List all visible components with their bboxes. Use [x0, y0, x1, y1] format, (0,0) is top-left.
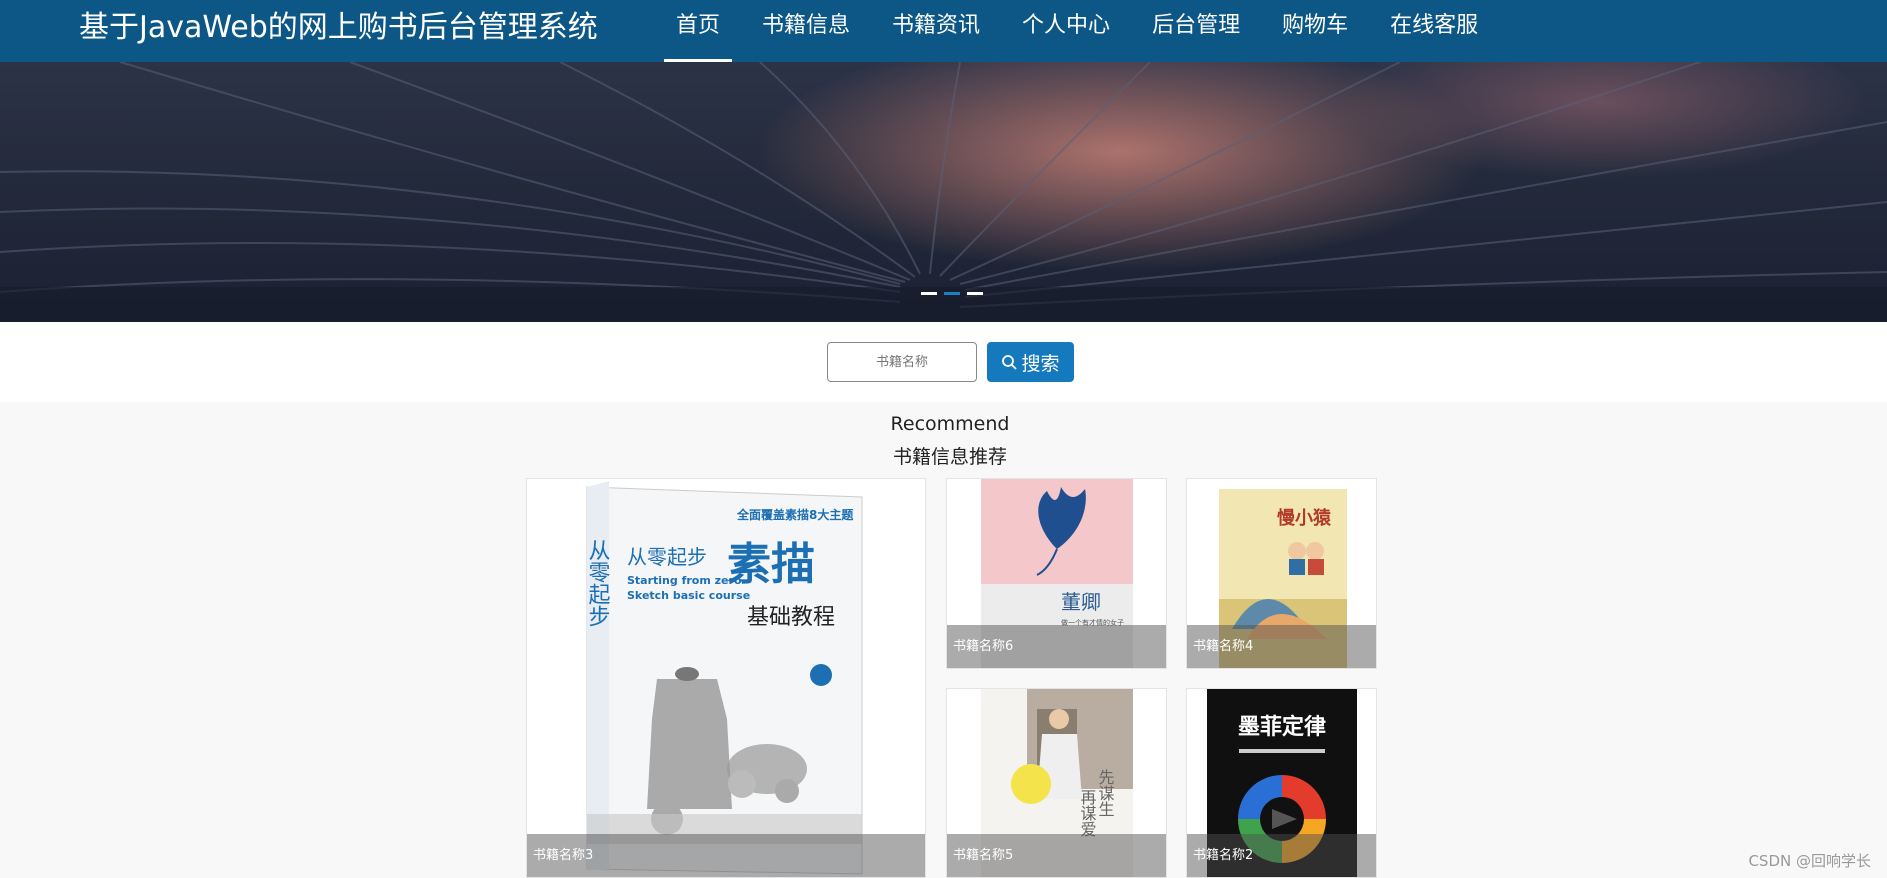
- nav-admin[interactable]: 后台管理: [1131, 0, 1261, 62]
- book-card[interactable]: 慢小猿 书籍名称4: [1186, 478, 1377, 669]
- book-name-caption: 书籍名称2: [1187, 834, 1376, 877]
- book-card[interactable]: 墨菲定律 书籍名称2: [1186, 688, 1377, 878]
- nav-news[interactable]: 书籍资讯: [871, 0, 1001, 62]
- book-name-caption: 书籍名称3: [527, 834, 925, 877]
- book-name-caption: 书籍名称5: [947, 834, 1166, 877]
- cover-text-subtitle: 从零起步: [627, 545, 707, 569]
- nav-profile[interactable]: 个人中心: [1001, 0, 1131, 62]
- cover-text-title: 慢小猿: [1277, 507, 1332, 529]
- book-name-caption: 书籍名称4: [1187, 625, 1376, 668]
- cover-text-title: 董卿: [1061, 590, 1101, 614]
- book-cover-image: 从零起步 从零起步 素描 基础教程 Starting from zero Ske…: [527, 479, 925, 877]
- cover-text-title1: 先谋生: [1096, 769, 1115, 817]
- site-title[interactable]: 基于JavaWeb的网上购书后台管理系统: [79, 8, 598, 48]
- cover-text-en1: Starting from zero: [627, 574, 742, 587]
- carousel-dot-1[interactable]: [921, 292, 937, 295]
- banner-carousel[interactable]: [0, 62, 1887, 322]
- recommend-title-en: Recommend: [890, 413, 1010, 435]
- search-button[interactable]: 搜索: [987, 342, 1074, 382]
- nav-cart[interactable]: 购物车: [1261, 0, 1369, 62]
- nav-service[interactable]: 在线客服: [1369, 0, 1499, 62]
- book-name-caption: 书籍名称6: [947, 625, 1166, 668]
- carousel-dot-3[interactable]: [967, 292, 983, 295]
- search-bar: 搜索: [0, 322, 1887, 402]
- cover-text-topics: 全面覆盖素描8大主题: [736, 507, 854, 522]
- cover-text-course: 基础教程: [747, 605, 835, 630]
- nav-books[interactable]: 书籍信息: [741, 0, 871, 62]
- cover-text-title: 墨菲定律: [1238, 714, 1326, 740]
- book-name-search-input[interactable]: [827, 342, 977, 382]
- banner-book-image: [0, 62, 1887, 322]
- top-navbar: 基于JavaWeb的网上购书后台管理系统 首页 书籍信息 书籍资讯 个人中心 后…: [0, 0, 1887, 62]
- book-card[interactable]: 董卿 做一个有才情的女子 书籍名称6: [946, 478, 1167, 669]
- carousel-dot-2[interactable]: [944, 292, 960, 295]
- recommend-title-cn: 书籍信息推荐: [892, 446, 1007, 468]
- main-nav: 首页 书籍信息 书籍资讯 个人中心 后台管理 购物车 在线客服: [655, 0, 1499, 62]
- cover-text-vertical: 从零起步: [585, 539, 611, 627]
- book-card[interactable]: 从零起步 从零起步 素描 基础教程 Starting from zero Ske…: [526, 478, 926, 878]
- carousel-indicators: [921, 292, 983, 295]
- watermark: CSDN @回响学长: [1748, 852, 1871, 870]
- cover-text-en2: Sketch basic course: [627, 589, 750, 602]
- nav-home[interactable]: 首页: [655, 0, 741, 62]
- cover-text-title2: 再谋爱: [1078, 789, 1097, 837]
- book-card[interactable]: 先谋生 再谋爱 书籍名称5: [946, 688, 1167, 878]
- search-button-label: 搜索: [1021, 352, 1060, 375]
- search-icon: [1002, 354, 1018, 370]
